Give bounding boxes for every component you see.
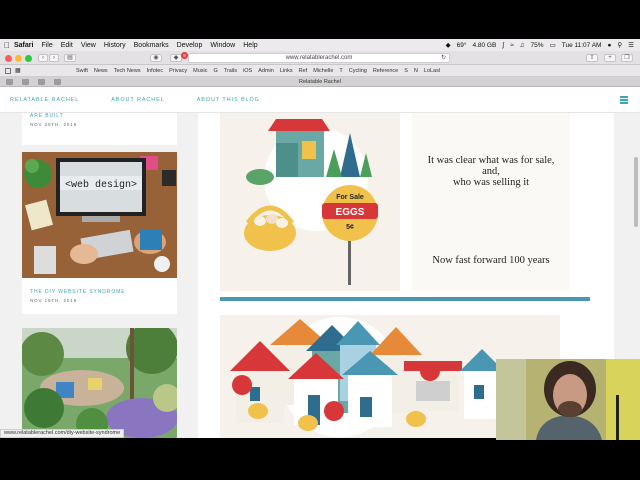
- bookmark-item[interactable]: N: [414, 68, 418, 74]
- bookmark-item[interactable]: G: [214, 68, 218, 74]
- forward-button[interactable]: ›: [49, 54, 59, 62]
- post-date: Nov 20th, 2016: [30, 122, 78, 127]
- screen:  Safari File Edit View History Bookmark…: [0, 0, 640, 480]
- bookmark-item[interactable]: Reference: [373, 68, 398, 74]
- menu-app-name[interactable]: Safari: [14, 42, 33, 49]
- address-bar[interactable]: www.relatablerachel.com ↻: [188, 53, 450, 63]
- status-area: ◆ 69° 4.80 GB ∫ ≈ ♫ 75% ▭ Tue 11:07 AM ●…: [446, 41, 640, 50]
- bookmark-item[interactable]: Tech News: [114, 68, 141, 74]
- section-divider: [220, 297, 590, 301]
- bookmark-item[interactable]: LoLasl: [424, 68, 440, 74]
- extension-badge: 8: [181, 52, 188, 59]
- bookmark-item[interactable]: Admin: [258, 68, 274, 74]
- hamburger-menu-icon[interactable]: [620, 96, 628, 104]
- post-list: Are Built Nov 20th, 2016 <web design>: [20, 113, 181, 438]
- caption-line: who was selling it: [452, 177, 530, 188]
- caption-clear-for-sale: It was clear what was for sale, and, who…: [412, 155, 570, 188]
- bookmark-item[interactable]: Infotec: [147, 68, 164, 74]
- share-icon[interactable]: ⇧: [586, 54, 598, 62]
- menu-bar:  Safari File Edit View History Bookmark…: [0, 39, 640, 51]
- webcam-overlay: [496, 359, 640, 440]
- sign-price: 5¢: [346, 224, 354, 231]
- tab-bar: Relatable Rachel: [0, 77, 640, 87]
- active-tab-title[interactable]: Relatable Rachel: [0, 79, 640, 85]
- top-sites-icon[interactable]: ▦: [15, 67, 21, 74]
- egg-stand-illustration: For Sale EGGS 5¢: [244, 119, 378, 285]
- memory-readout[interactable]: 4.80 GB: [472, 42, 496, 49]
- menu-window[interactable]: Window: [210, 42, 235, 49]
- clock[interactable]: Tue 11:07 AM: [562, 42, 602, 49]
- bookmark-item[interactable]: Cycling: [349, 68, 367, 74]
- reload-icon[interactable]: ↻: [441, 54, 446, 63]
- nav-about-rachel[interactable]: About Rachel: [111, 97, 165, 103]
- menu-help[interactable]: Help: [243, 42, 257, 49]
- address-bar-url: www.relatablerachel.com: [285, 55, 353, 61]
- new-tab-icon[interactable]: +: [604, 54, 616, 62]
- bookmarks-bar: ▦ Swift News Tech News Infotec Privacy M…: [0, 65, 640, 77]
- bookmark-item[interactable]: Privacy: [169, 68, 187, 74]
- bookmark-item[interactable]: T: [339, 68, 342, 74]
- tab-overview-icon[interactable]: ❐: [621, 54, 633, 62]
- volume-icon[interactable]: ♫: [520, 42, 525, 49]
- post-date: Nov 19th, 2016: [30, 298, 78, 303]
- zoom-window-button[interactable]: [25, 55, 32, 62]
- bookmark-item[interactable]: iOS: [243, 68, 252, 74]
- menu-edit[interactable]: Edit: [61, 42, 73, 49]
- dropbox-icon[interactable]: ◆: [446, 41, 451, 49]
- menu-file[interactable]: File: [41, 42, 52, 49]
- thumbnail-text: <web design>: [65, 179, 137, 191]
- menu-bookmarks[interactable]: Bookmarks: [134, 42, 169, 49]
- menu-develop[interactable]: Develop: [177, 42, 203, 49]
- menu-view[interactable]: View: [81, 42, 96, 49]
- bookmark-item[interactable]: News: [94, 68, 108, 74]
- browser-toolbar: ‹ › ▤ ◉ ◆ 8 www.relatablerachel.com ↻ ⇧ …: [0, 51, 640, 65]
- post-thumbnail-web-design[interactable]: <web design>: [22, 152, 177, 278]
- post-thumbnail-garden[interactable]: [20, 322, 181, 438]
- menu-history[interactable]: History: [104, 42, 126, 49]
- sign-for-sale: For Sale: [336, 194, 364, 201]
- privacy-icon[interactable]: ◉: [150, 54, 162, 62]
- bookmark-item[interactable]: Ref: [299, 68, 308, 74]
- bookmark-item[interactable]: Trails: [224, 68, 237, 74]
- sidebar-toggle-icon[interactable]: ▤: [64, 54, 76, 62]
- minimize-window-button[interactable]: [15, 55, 22, 62]
- presenter-video: [496, 359, 640, 440]
- weather-temperature[interactable]: 69°: [457, 42, 467, 49]
- site-navigation: Relatable Rachel About Rachel About This…: [0, 87, 640, 113]
- notification-center-icon[interactable]: ☰: [628, 41, 634, 49]
- post-title[interactable]: The DIY Website Syndrome: [22, 289, 177, 295]
- bookmark-item[interactable]: Links: [280, 68, 293, 74]
- bookmark-item[interactable]: Swift: [76, 68, 88, 74]
- bookmarks-sidebar-icon[interactable]: [5, 68, 11, 74]
- battery-percent[interactable]: 75%: [531, 42, 544, 49]
- close-window-button[interactable]: [5, 55, 12, 62]
- bookmark-item[interactable]: Michelle: [313, 68, 333, 74]
- spotlight-icon[interactable]: ⚲: [617, 41, 622, 49]
- post-card[interactable]: [20, 322, 181, 438]
- page-scrollbar[interactable]: [634, 157, 638, 227]
- wifi-icon[interactable]: ≈: [510, 42, 514, 49]
- post-card[interactable]: <web design> The DIY Website Syndrome No…: [22, 152, 177, 314]
- caption-fast-forward: Now fast forward 100 years: [432, 255, 550, 266]
- nav-home-link[interactable]: Relatable Rachel: [10, 97, 79, 103]
- bookmark-item[interactable]: Music: [193, 68, 207, 74]
- post-card[interactable]: Are Built Nov 20th, 2016: [22, 113, 177, 145]
- bluetooth-icon[interactable]: ∫: [502, 42, 504, 49]
- illustration-panel-egg-stand: For Sale EGGS 5¢: [220, 113, 400, 291]
- caption-line: and,: [482, 166, 500, 177]
- back-button[interactable]: ‹: [38, 54, 48, 62]
- user-icon[interactable]: ●: [607, 42, 611, 49]
- battery-icon[interactable]: ▭: [550, 41, 556, 49]
- link-status-bar: www.relatablerachel.com/diy-website-synd…: [0, 429, 125, 438]
- nav-about-blog[interactable]: About This Blog: [197, 97, 260, 103]
- bookmark-item[interactable]: S: [404, 68, 408, 74]
- caption-line: It was clear what was for sale,: [427, 155, 555, 166]
- sign-eggs: EGGS: [336, 207, 365, 218]
- caption-panel: It was clear what was for sale, and, who…: [412, 113, 570, 291]
- apple-icon[interactable]: : [0, 41, 14, 50]
- post-title[interactable]: Are Built: [22, 113, 177, 119]
